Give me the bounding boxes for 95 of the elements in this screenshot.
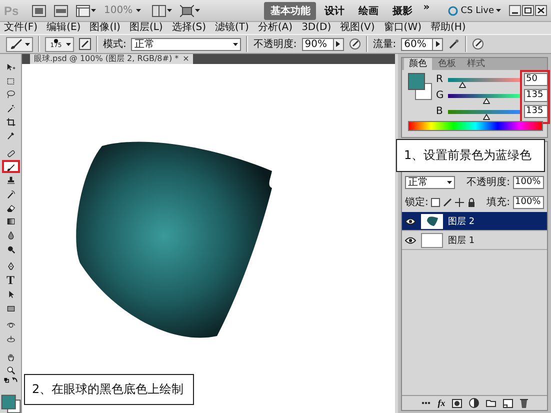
callout-note: 2、在眼球的黑色底色上绘制	[24, 374, 194, 405]
cs-live-menu[interactable]: CS Live	[460, 6, 494, 16]
layer-row[interactable]: 图层 2	[402, 212, 547, 231]
layer-thumbnail	[421, 232, 443, 248]
opacity-label: 不透明度:	[253, 38, 297, 51]
color-spectrum-bar[interactable]	[408, 121, 543, 131]
layer-opacity-field[interactable]: 100%	[513, 176, 544, 188]
link-layers-icon[interactable]	[420, 399, 431, 407]
layer-row[interactable]: 图层 1	[402, 231, 547, 250]
menu-item[interactable]: 帮助(H)	[430, 22, 466, 34]
airbrush-icon[interactable]	[448, 38, 460, 50]
menu-item[interactable]: 3D(D)	[302, 22, 332, 34]
channel-value-field[interactable]: 135	[524, 105, 548, 118]
maximize-icon[interactable]	[522, 5, 534, 16]
callout-note: 1、设置前景色为蓝绿色	[396, 139, 545, 172]
eye-icon[interactable]	[405, 218, 416, 224]
flow-label: 流量:	[372, 38, 396, 51]
mode-label: 模式:	[103, 38, 126, 51]
lock-transparent-icon[interactable]	[431, 198, 440, 206]
type-tool-button[interactable]: T	[2, 273, 20, 288]
caret-icon	[496, 9, 501, 12]
channel-value-field[interactable]: 135	[524, 89, 548, 102]
menu-item[interactable]: 图层(L)	[129, 22, 163, 34]
slider-thumb-icon[interactable]	[459, 82, 466, 88]
trash-icon[interactable]	[520, 398, 528, 408]
mini-bridge-icon[interactable]	[54, 4, 68, 16]
lock-pixels-icon[interactable]	[443, 198, 452, 206]
lock-all-icon[interactable]	[467, 198, 476, 206]
channel-label: B	[436, 106, 444, 117]
caret-icon	[91, 9, 96, 12]
layer-opacity-label: 不透明度:	[466, 176, 510, 189]
channel-value-field[interactable]: 50	[524, 73, 548, 86]
brush-tip-icon	[54, 39, 58, 43]
new-layer-icon[interactable]	[503, 398, 514, 408]
flow-field[interactable]: 60%	[401, 38, 444, 50]
workspace-button[interactable]: 绘画	[352, 2, 384, 20]
tab-close-button[interactable]: ×	[182, 54, 190, 64]
cs-live-icon	[446, 6, 459, 16]
menu-item[interactable]: 分析(A)	[258, 22, 293, 34]
panel-tab[interactable]: 颜色	[404, 58, 432, 70]
close-icon[interactable]	[535, 5, 547, 16]
swap-colors-icon[interactable]	[2, 376, 18, 384]
channel-slider[interactable]	[448, 110, 520, 120]
caret-icon	[25, 42, 30, 46]
slider-thumb-icon[interactable]	[483, 98, 490, 104]
menu-item[interactable]: 滤镜(T)	[214, 22, 249, 34]
opacity-field[interactable]: 90%	[302, 38, 344, 50]
workspace-button[interactable]: 设计	[318, 2, 350, 20]
brush-tool-icon[interactable]	[2, 160, 20, 174]
panel-tab[interactable]: 样式	[462, 58, 490, 70]
layer-mask-icon[interactable]	[452, 398, 462, 408]
screen-mode-icon[interactable]	[180, 4, 194, 16]
menu-item[interactable]: 窗口(W)	[384, 22, 422, 34]
bridge-icon[interactable]	[32, 4, 46, 16]
blend-mode-dropdown[interactable]: 正常	[405, 176, 455, 188]
workspace-button[interactable]: 基本功能	[264, 2, 316, 20]
fill-field[interactable]: 100%	[513, 196, 544, 208]
layer-style-button[interactable]: fx	[438, 398, 446, 408]
eye-icon[interactable]	[405, 236, 416, 244]
lock-label: 锁定:	[405, 196, 428, 209]
brush-icon	[9, 38, 23, 50]
caret-icon	[195, 9, 200, 12]
channel-label: G	[436, 90, 444, 101]
document-tab[interactable]: 眼球.psd @ 100% (图层 2, RGB/8#) * ×	[30, 54, 194, 64]
caret-icon	[66, 42, 71, 46]
new-group-icon[interactable]	[486, 399, 496, 407]
menu-item[interactable]: 视图(V)	[340, 22, 375, 34]
menu-item[interactable]: 选择(S)	[172, 22, 206, 34]
arrow-right-icon	[336, 41, 340, 47]
channel-label: R	[436, 74, 444, 85]
adjustment-layer-icon[interactable]	[469, 398, 480, 408]
view-extras-icon[interactable]	[76, 4, 90, 16]
menu-item[interactable]: 编辑(E)	[46, 22, 81, 34]
more-workspaces-button[interactable]: »	[420, 2, 433, 20]
caret-icon	[447, 180, 452, 184]
pressure-size-icon[interactable]	[472, 38, 484, 50]
menu-item[interactable]: 图像(I)	[90, 22, 120, 34]
fill-label: 填充:	[486, 196, 510, 209]
pressure-opacity-icon[interactable]	[348, 38, 361, 50]
minimize-icon[interactable]	[509, 5, 521, 16]
brush-panel-icon[interactable]	[79, 38, 91, 50]
caret-icon	[136, 9, 141, 12]
menu-item[interactable]: 文件(F)	[4, 22, 38, 34]
color-swatches-icon[interactable]	[408, 73, 432, 101]
eyeball-thumbnail-icon	[426, 216, 438, 226]
arrow-right-icon	[436, 41, 440, 47]
tool-preset-picker[interactable]	[6, 36, 33, 52]
lock-position-icon[interactable]	[455, 198, 464, 206]
panel-tab[interactable]: 色板	[433, 58, 461, 70]
caret-icon	[233, 42, 238, 46]
caret-icon	[167, 9, 172, 12]
arrange-documents-icon[interactable]	[152, 4, 166, 16]
mode-dropdown[interactable]: 正常	[131, 38, 242, 50]
app-logo: Ps	[4, 4, 20, 18]
workspace-button[interactable]: 摄影	[386, 2, 418, 20]
